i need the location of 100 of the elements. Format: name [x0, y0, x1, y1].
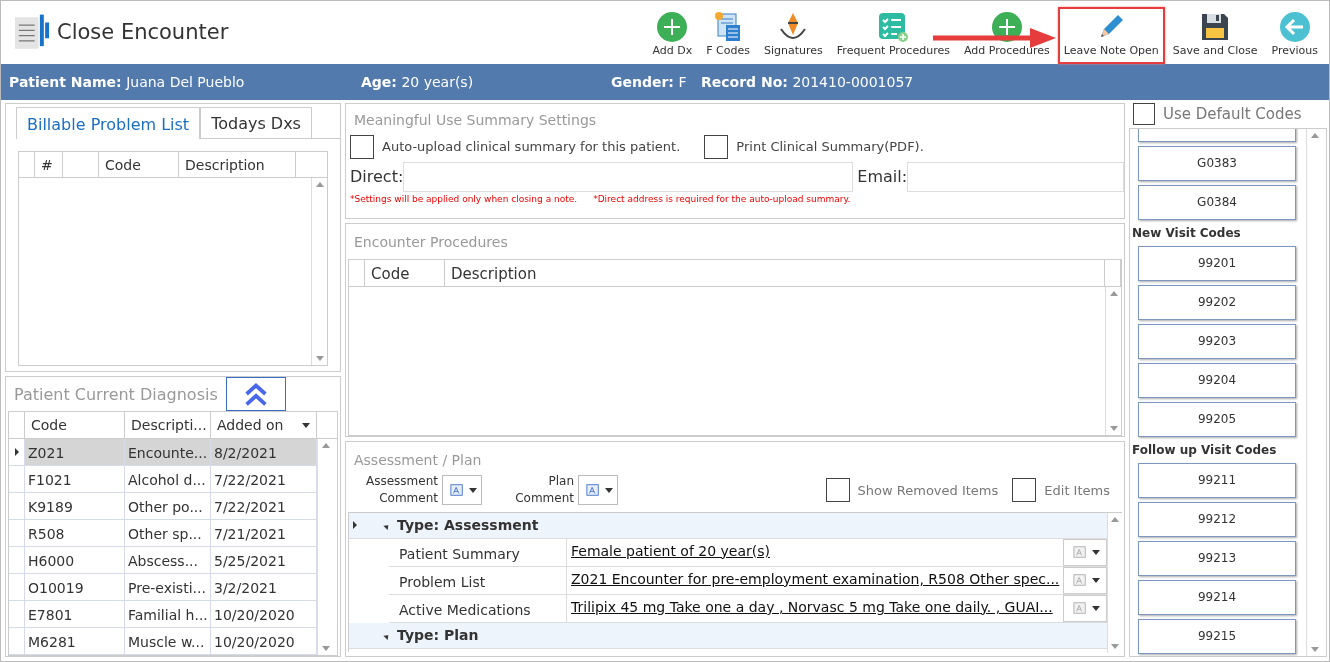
checkbox[interactable]	[1012, 478, 1037, 503]
panel-title: Patient Current Diagnosis	[13, 384, 219, 406]
section-heading: New Visit Codes	[1132, 224, 1242, 242]
table-cell: H6000	[25, 547, 125, 574]
code-button[interactable]: 99205	[1138, 401, 1296, 437]
table-row[interactable]: H6000 Abscess... 5/25/2021	[9, 547, 317, 574]
table-cell: 5/25/2021	[211, 547, 317, 574]
table-cell: E7801	[25, 601, 125, 628]
table-cell: M6281	[25, 628, 125, 655]
code-button[interactable]: G0384	[1138, 184, 1296, 220]
code-button[interactable]: 99214	[1138, 579, 1296, 615]
table-row[interactable]: K9189 Other po... 7/22/2021	[9, 493, 317, 520]
add-icon	[656, 10, 689, 43]
table-cell: K9189	[25, 493, 125, 520]
code-button[interactable]: 99201	[1138, 245, 1296, 281]
add-icon	[990, 10, 1023, 43]
input-field[interactable]	[907, 162, 1124, 192]
code-button[interactable]: 99204	[1138, 362, 1296, 398]
code-button[interactable]: 99215	[1138, 618, 1296, 654]
comment-dropdown[interactable]	[578, 475, 618, 506]
toolbar-button[interactable]: Frequent Procedures	[830, 6, 956, 64]
table-cell: F1021	[25, 466, 125, 493]
table-row[interactable]: R508 Other sp... 7/21/2021	[9, 520, 317, 547]
group-row[interactable]: Type: Assessment	[349, 512, 1108, 539]
toolbar-button[interactable]: Add Dx	[646, 6, 699, 64]
checkbox[interactable]	[825, 478, 850, 503]
checkbox-label: Show Removed Items	[857, 481, 999, 500]
code-button[interactable]: 99212	[1138, 501, 1296, 537]
table-row[interactable]: Z021 Encounte... 8/2/2021	[9, 439, 317, 466]
column-header[interactable]: Description	[445, 260, 1105, 286]
table-cell: Z021	[25, 439, 125, 466]
panel-title: Meaningful Use Summary Settings	[353, 111, 598, 130]
comment-dropdown[interactable]	[1063, 566, 1108, 594]
checkbox-label: Print Clinical Summary(PDF).	[736, 138, 924, 157]
table-row[interactable]: F1021 Alcohol d... 7/22/2021	[9, 466, 317, 493]
patient-field: Gender: F	[611, 71, 701, 93]
column-header: Code	[99, 152, 179, 177]
code-button[interactable]: 99202	[1138, 284, 1296, 320]
comment-dropdown[interactable]	[442, 475, 482, 506]
panel-title: Assessment / Plan	[353, 451, 483, 470]
panel-title: Encounter Procedures	[353, 233, 509, 252]
patient-field: Patient Name: Juana Del Pueblo	[9, 71, 361, 93]
link[interactable]: Z021 Encounter for pre-employment examination, R508 Other spec...	[567, 566, 1064, 594]
column-header[interactable]: Code	[25, 412, 125, 438]
toolbar-button[interactable]: Previous	[1265, 6, 1324, 64]
code-button[interactable]: 99203	[1138, 323, 1296, 359]
table-cell: Active Medications	[389, 594, 567, 622]
checkbox[interactable]	[704, 135, 729, 159]
checkbox[interactable]	[350, 135, 374, 159]
table-cell: Alcohol d...	[125, 466, 211, 493]
field-label: Plan Comment	[514, 473, 574, 508]
tab[interactable]: Todays Dxs	[200, 107, 312, 138]
column-header[interactable]: Code	[365, 260, 445, 286]
table-row[interactable]: E7801 Familial h... 10/20/2020	[9, 601, 317, 628]
group-row[interactable]: Type: Plan	[349, 622, 1108, 649]
table-row[interactable]: M6281 Muscle w... 10/20/2020	[9, 628, 317, 655]
toolbar-button[interactable]: Leave Note Open	[1057, 6, 1165, 64]
checkbox-label: Use Default Codes	[1163, 104, 1302, 125]
table-cell: Patient Summary	[389, 538, 567, 566]
code-button[interactable]: G0383	[1138, 145, 1296, 181]
table-cell: 7/22/2021	[211, 493, 317, 520]
code-button[interactable]: 99213	[1138, 540, 1296, 576]
field-label: Email:	[857, 166, 908, 188]
table-cell: 10/20/2020	[211, 628, 317, 655]
warning-note: *Direct address is required for the auto-upload summary.	[593, 193, 851, 206]
rich-text-icon	[583, 483, 602, 498]
table-cell: 7/22/2021	[211, 466, 317, 493]
input-field[interactable]	[403, 162, 854, 192]
toolbar-button[interactable]: F Codes	[700, 6, 756, 64]
warning-note: *Settings will be applied only when closing a note.	[350, 193, 578, 206]
table-cell: 8/2/2021	[211, 439, 317, 466]
table-cell: R508	[25, 520, 125, 547]
collapse-button[interactable]	[225, 377, 286, 411]
window-title: Close Encounter	[57, 18, 229, 46]
table-cell: 7/21/2021	[211, 520, 317, 547]
tab[interactable]: Billable Problem List	[16, 107, 201, 139]
rich-text-icon	[1070, 545, 1089, 560]
patient-field: Age: 20 year(s)	[361, 71, 611, 93]
link[interactable]: Female patient of 20 year(s)	[567, 538, 1064, 566]
checkbox-label: Edit Items	[1044, 481, 1110, 500]
toolbar-button[interactable]: Signatures	[758, 6, 829, 64]
column-header[interactable]: Descripti...	[125, 412, 211, 438]
comment-dropdown[interactable]	[1063, 594, 1108, 622]
rich-text-icon	[1070, 601, 1089, 616]
field-label: Direct:	[350, 166, 404, 188]
checkbox-label: Auto-upload clinical summary for this patient.	[382, 138, 681, 157]
column-header[interactable]: Added on	[211, 412, 317, 438]
checkbox[interactable]	[1133, 103, 1155, 126]
table-cell: 3/2/2021	[211, 574, 317, 601]
section-heading: Follow up Visit Codes	[1132, 441, 1278, 459]
comment-dropdown[interactable]	[1063, 538, 1108, 566]
code-button[interactable]: 99211	[1138, 462, 1296, 498]
table-cell: Other sp...	[125, 520, 211, 547]
table-cell: Problem List	[389, 566, 567, 594]
link[interactable]: Trilipix 45 mg Take one a day , Norvasc 5 mg Take one daily. , GUAI...	[567, 594, 1064, 622]
toolbar-button[interactable]: Save and Close	[1166, 6, 1264, 64]
column-header: Description	[179, 152, 296, 177]
table-cell: Pre-existi...	[125, 574, 211, 601]
table-row[interactable]: O10019 Pre-existi... 3/2/2021	[9, 574, 317, 601]
table-cell: Other po...	[125, 493, 211, 520]
